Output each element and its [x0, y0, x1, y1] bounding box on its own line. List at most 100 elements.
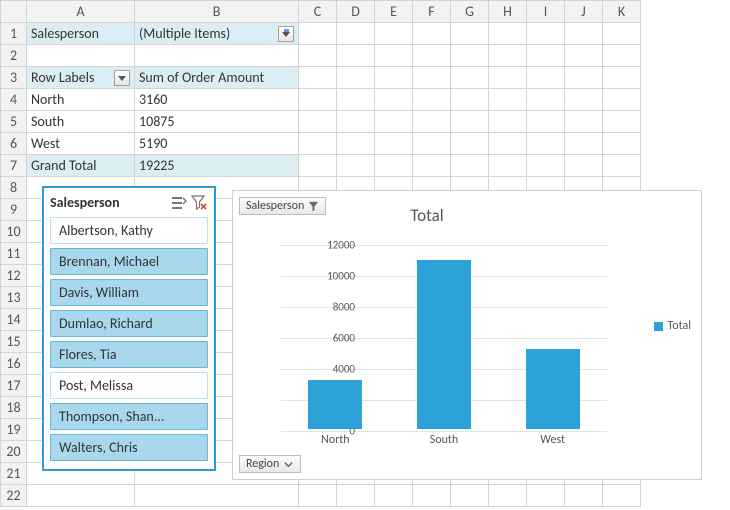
slicer-item[interactable]: Dumlao, Richard — [50, 310, 208, 337]
row-header[interactable]: 5 — [1, 111, 27, 133]
row-header[interactable]: 15 — [1, 331, 27, 353]
multi-select-icon[interactable] — [170, 195, 188, 211]
cell[interactable] — [337, 155, 375, 177]
cell[interactable]: Row Labels — [27, 67, 135, 89]
column-header[interactable]: C — [299, 1, 337, 23]
cell[interactable] — [489, 111, 527, 133]
cell[interactable] — [451, 155, 489, 177]
cell[interactable] — [375, 89, 413, 111]
cell[interactable] — [527, 155, 565, 177]
row-header[interactable]: 4 — [1, 89, 27, 111]
cell[interactable]: Grand Total — [27, 155, 135, 177]
column-header[interactable]: D — [337, 1, 375, 23]
cell[interactable] — [527, 485, 565, 507]
chart-bar[interactable] — [417, 260, 471, 429]
cell[interactable] — [375, 133, 413, 155]
cell[interactable] — [527, 89, 565, 111]
cell[interactable] — [375, 67, 413, 89]
row-header[interactable]: 3 — [1, 67, 27, 89]
page-field-dropdown[interactable] — [278, 26, 294, 42]
cell[interactable]: South — [27, 111, 135, 133]
cell[interactable]: 3160 — [135, 89, 299, 111]
column-header[interactable]: G — [451, 1, 489, 23]
chart-axis-field-button[interactable]: Region — [239, 455, 301, 473]
cell[interactable] — [299, 133, 337, 155]
cell[interactable] — [27, 45, 135, 67]
cell[interactable] — [565, 133, 603, 155]
column-header[interactable]: E — [375, 1, 413, 23]
row-header[interactable]: 17 — [1, 375, 27, 397]
column-header[interactable]: I — [527, 1, 565, 23]
cell[interactable]: 10875 — [135, 111, 299, 133]
slicer-item[interactable]: Davis, William — [50, 279, 208, 306]
column-header[interactable]: F — [413, 1, 451, 23]
chart-bar[interactable] — [526, 349, 580, 429]
row-header[interactable]: 16 — [1, 353, 27, 375]
cell[interactable] — [489, 67, 527, 89]
cell[interactable] — [337, 67, 375, 89]
cell[interactable] — [299, 23, 337, 45]
cell[interactable] — [565, 45, 603, 67]
row-header[interactable]: 18 — [1, 397, 27, 419]
row-header[interactable]: 7 — [1, 155, 27, 177]
column-header[interactable]: H — [489, 1, 527, 23]
row-header[interactable]: 8 — [1, 177, 27, 199]
column-header[interactable]: J — [565, 1, 603, 23]
cell[interactable] — [565, 155, 603, 177]
cell[interactable] — [337, 111, 375, 133]
cell[interactable] — [603, 155, 641, 177]
row-header[interactable]: 2 — [1, 45, 27, 67]
cell[interactable] — [603, 67, 641, 89]
column-header[interactable]: B — [135, 1, 299, 23]
cell[interactable] — [451, 45, 489, 67]
cell[interactable] — [489, 23, 527, 45]
cell[interactable] — [375, 485, 413, 507]
cell[interactable] — [337, 133, 375, 155]
cell[interactable] — [527, 45, 565, 67]
cell[interactable] — [337, 45, 375, 67]
cell[interactable] — [299, 89, 337, 111]
row-header[interactable]: 12 — [1, 265, 27, 287]
cell[interactable]: 19225 — [135, 155, 299, 177]
row-header[interactable]: 10 — [1, 221, 27, 243]
row-header[interactable]: 22 — [1, 485, 27, 507]
cell[interactable] — [527, 23, 565, 45]
cell[interactable] — [413, 45, 451, 67]
cell[interactable] — [527, 133, 565, 155]
slicer-item[interactable]: Thompson, Shan... — [50, 403, 208, 430]
row-header[interactable]: 20 — [1, 441, 27, 463]
cell[interactable] — [413, 89, 451, 111]
slicer-item[interactable]: Flores, Tia — [50, 341, 208, 368]
cell[interactable] — [527, 67, 565, 89]
cell[interactable] — [337, 485, 375, 507]
cell[interactable] — [565, 67, 603, 89]
column-header[interactable]: K — [603, 1, 641, 23]
row-header[interactable]: 1 — [1, 23, 27, 45]
cell[interactable] — [565, 111, 603, 133]
cell[interactable] — [489, 133, 527, 155]
cell[interactable] — [603, 89, 641, 111]
cell[interactable] — [565, 23, 603, 45]
pivot-chart[interactable]: Salesperson Total 0200040006000800010000… — [232, 190, 702, 480]
slicer-salesperson[interactable]: Salesperson Albertson, KathyBrennan, Mic… — [42, 186, 216, 471]
cell[interactable] — [299, 155, 337, 177]
row-header[interactable]: 21 — [1, 463, 27, 485]
cell[interactable] — [375, 45, 413, 67]
row-header[interactable]: 13 — [1, 287, 27, 309]
cell[interactable] — [451, 133, 489, 155]
cell[interactable] — [375, 23, 413, 45]
cell[interactable]: West — [27, 133, 135, 155]
cell[interactable]: Salesperson — [27, 23, 135, 45]
cell[interactable] — [489, 89, 527, 111]
cell[interactable] — [299, 45, 337, 67]
slicer-item[interactable]: Albertson, Kathy — [50, 217, 208, 244]
cell[interactable] — [451, 23, 489, 45]
cell[interactable] — [451, 67, 489, 89]
cell[interactable] — [603, 45, 641, 67]
row-header[interactable]: 19 — [1, 419, 27, 441]
cell[interactable] — [489, 155, 527, 177]
row-header[interactable]: 11 — [1, 243, 27, 265]
column-header[interactable]: A — [27, 1, 135, 23]
cell[interactable] — [337, 23, 375, 45]
cell[interactable] — [489, 45, 527, 67]
